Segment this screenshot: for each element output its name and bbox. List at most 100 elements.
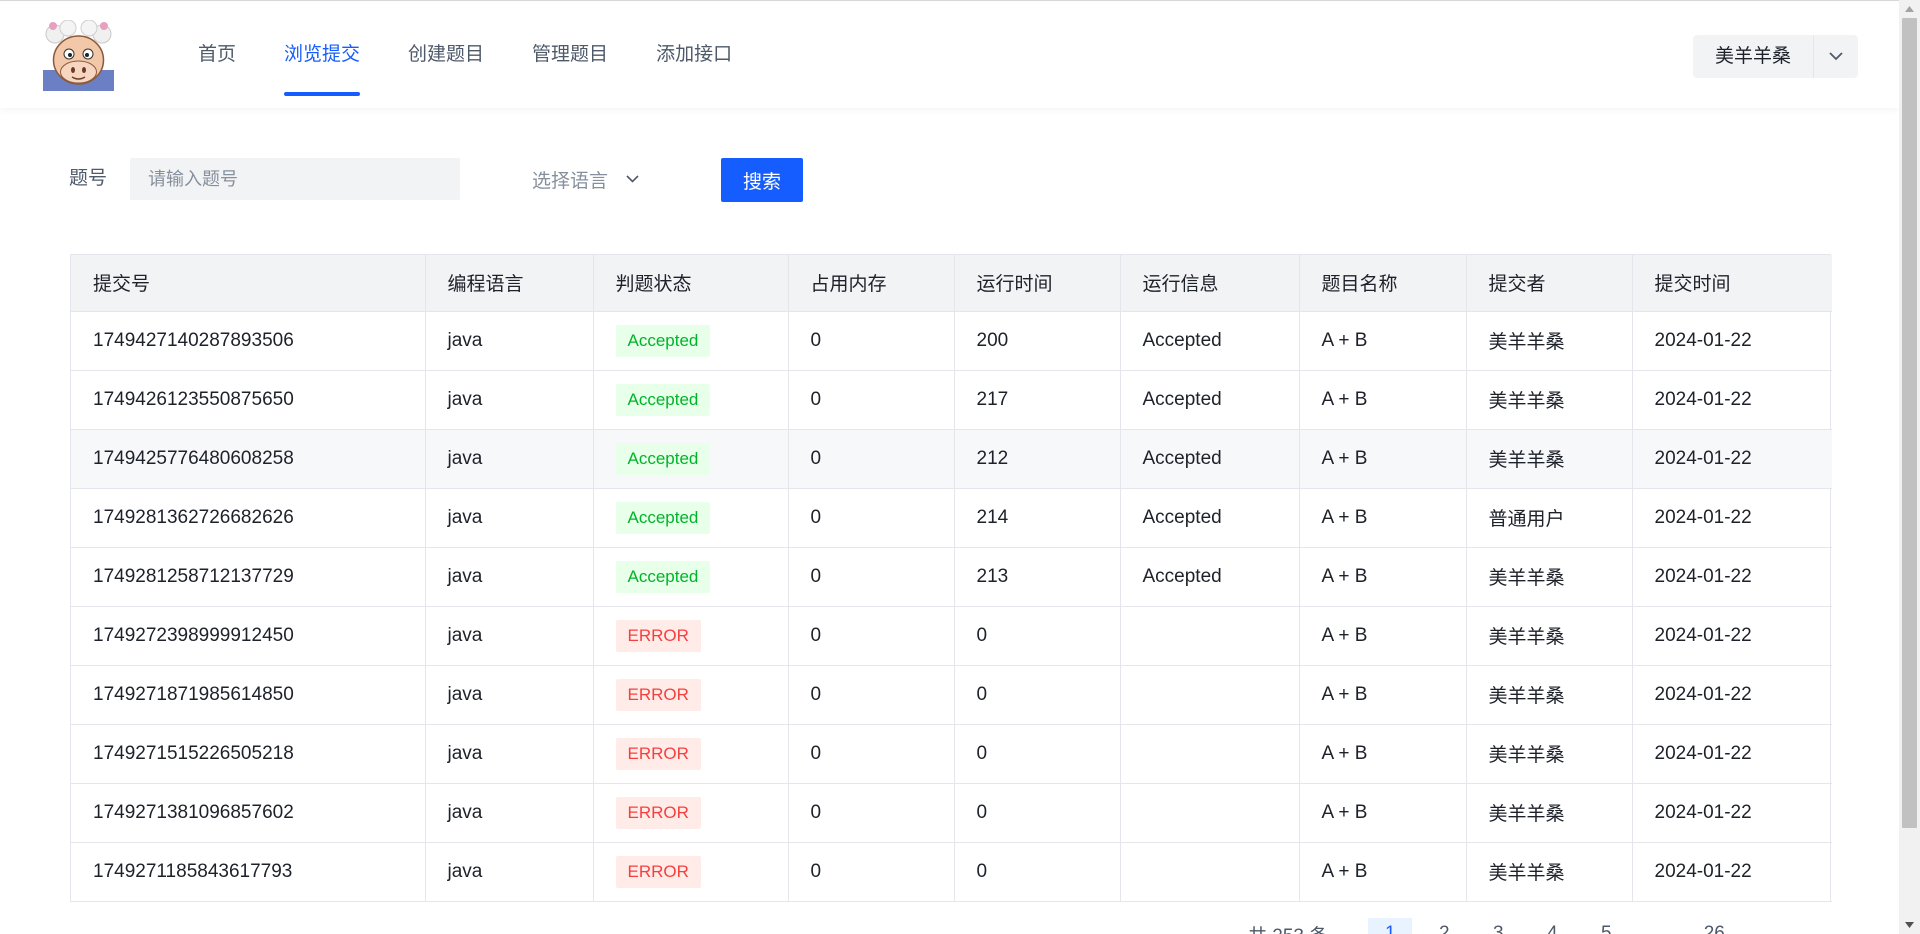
page-button[interactable]: 3 [1476, 918, 1520, 934]
language-select-placeholder: 选择语言 [532, 170, 609, 192]
cell-problem: A + B [1299, 488, 1467, 548]
cell-status: Accepted [593, 547, 789, 607]
column-header-submission-id: 提交号 [71, 255, 426, 312]
cell-language: java [425, 783, 594, 843]
cell-submitter: 美羊羊桑 [1466, 606, 1633, 666]
cell-submit-time: 2024-01-22 [1632, 606, 1832, 666]
cell-language: java [425, 370, 594, 430]
cell-time: 0 [954, 665, 1121, 725]
search-button[interactable]: 搜索 [721, 158, 803, 202]
column-header-time: 运行时间 [954, 255, 1121, 312]
cell-time: 0 [954, 724, 1121, 784]
nav-item-browse-submissions[interactable]: 浏览提交 [260, 1, 384, 109]
cell-submitter: 美羊羊桑 [1466, 311, 1633, 371]
cell-submit-time: 2024-01-22 [1632, 311, 1832, 371]
status-badge: Accepted [615, 383, 711, 416]
cell-message [1120, 724, 1300, 784]
table-row[interactable]: 1749271381096857602 java ERROR 0 0 A + B 美羊羊桑 2… [71, 783, 1832, 843]
nav-item-manage-problems[interactable]: 管理题目 [508, 1, 632, 109]
cell-language: java [425, 842, 594, 902]
column-header-memory: 占用内存 [788, 255, 955, 312]
nav-item-create-problem[interactable]: 创建题目 [384, 1, 508, 109]
table-row[interactable]: 1749427140287893506 java Accepted 0 200 Accep… [71, 311, 1832, 371]
column-header-submit-time: 提交时间 [1632, 255, 1832, 312]
cell-status: Accepted [593, 429, 789, 489]
cell-problem: A + B [1299, 370, 1467, 430]
cell-language: java [425, 547, 594, 607]
scroll-down-arrow-icon[interactable] [1899, 916, 1920, 934]
cell-submit-time: 2024-01-22 [1632, 429, 1832, 489]
cell-submitter: 美羊羊桑 [1466, 783, 1633, 843]
cell-message: Accepted [1120, 311, 1300, 371]
page: 首页 浏览提交 创建题目 管理题目 添加接口 美羊羊桑 题号 选择语言 搜索 [0, 0, 1920, 934]
table-row[interactable]: 1749281258712137729 java Accepted 0 213 Accep… [71, 547, 1832, 607]
table-row[interactable]: 1749281362726682626 java Accepted 0 214 Accep… [71, 488, 1832, 548]
cell-submission-id: 1749271381096857602 [71, 783, 426, 843]
table-row[interactable]: 1749272398999912450 java ERROR 0 0 A + B 美羊羊桑 2… [71, 606, 1832, 666]
cell-submission-id: 1749272398999912450 [71, 606, 426, 666]
cell-submitter: 美羊羊桑 [1466, 842, 1633, 902]
page-button[interactable]: 1 [1368, 918, 1413, 934]
cell-problem: A + B [1299, 842, 1467, 902]
problem-id-label: 题号 [69, 168, 108, 189]
status-badge: Accepted [615, 560, 711, 593]
pagination-total: 共 253 条 [1248, 921, 1328, 934]
user-dropdown-button[interactable] [1813, 35, 1858, 78]
cell-time: 214 [954, 488, 1121, 548]
cell-memory: 0 [788, 665, 955, 725]
cell-memory: 0 [788, 311, 955, 371]
cell-problem: A + B [1299, 547, 1467, 607]
cell-status: ERROR [593, 842, 789, 902]
page-button[interactable]: 26 [1692, 918, 1736, 934]
table-row[interactable]: 1749271515226505218 java ERROR 0 0 A + B 美羊羊桑 2… [71, 724, 1832, 784]
cell-problem: A + B [1299, 606, 1467, 666]
status-badge: Accepted [615, 442, 711, 475]
cell-message: Accepted [1120, 488, 1300, 548]
logo-image[interactable] [43, 20, 114, 91]
status-badge: Accepted [615, 324, 711, 357]
problem-id-input[interactable] [130, 158, 460, 200]
cell-submission-id: 1749271515226505218 [71, 724, 426, 784]
cell-submit-time: 2024-01-22 [1632, 547, 1832, 607]
status-badge: ERROR [615, 619, 701, 652]
cell-status: Accepted [593, 488, 789, 548]
pagination: 共 253 条 1 2 3 4 5 ... 26 [1248, 918, 1746, 934]
cell-memory: 0 [788, 547, 955, 607]
nav-item-add-interface[interactable]: 添加接口 [632, 1, 756, 109]
cell-submitter: 美羊羊桑 [1466, 547, 1633, 607]
cell-memory: 0 [788, 429, 955, 489]
column-header-message: 运行信息 [1120, 255, 1300, 312]
cell-submitter: 美羊羊桑 [1466, 370, 1633, 430]
scrollbar-thumb[interactable] [1902, 18, 1917, 828]
cell-time: 217 [954, 370, 1121, 430]
nav-item-home[interactable]: 首页 [174, 1, 260, 109]
cell-status: ERROR [593, 606, 789, 666]
page-button[interactable]: 2 [1422, 918, 1466, 934]
cell-memory: 0 [788, 842, 955, 902]
cell-status: ERROR [593, 783, 789, 843]
cell-memory: 0 [788, 724, 955, 784]
cell-submit-time: 2024-01-22 [1632, 724, 1832, 784]
scroll-up-arrow-icon[interactable] [1899, 0, 1920, 18]
table-row[interactable]: 1749426123550875650 java Accepted 0 217 Accep… [71, 370, 1832, 430]
page-button[interactable]: 5 [1584, 918, 1628, 934]
language-select[interactable]: 选择语言 [515, 158, 665, 200]
page-ellipsis[interactable]: ... [1638, 918, 1682, 934]
table-row[interactable]: 1749271871985614850 java ERROR 0 0 A + B 美羊羊桑 2… [71, 665, 1832, 725]
status-badge: ERROR [615, 796, 701, 829]
cell-submit-time: 2024-01-22 [1632, 370, 1832, 430]
user-name-button[interactable]: 美羊羊桑 [1693, 35, 1813, 78]
vertical-scrollbar[interactable] [1899, 0, 1920, 934]
cell-language: java [425, 606, 594, 666]
table-row[interactable]: 1749425776480608258 java Accepted 0 212 Accep… [71, 429, 1832, 489]
table-row[interactable]: 1749271185843617793 java ERROR 0 0 A + B 美羊羊桑 2… [71, 842, 1832, 902]
cell-problem: A + B [1299, 311, 1467, 371]
cell-memory: 0 [788, 606, 955, 666]
top-navbar: 首页 浏览提交 创建题目 管理题目 添加接口 美羊羊桑 [0, 0, 1899, 108]
cell-submit-time: 2024-01-22 [1632, 842, 1832, 902]
status-badge: Accepted [615, 501, 711, 534]
column-header-status: 判题状态 [593, 255, 789, 312]
cell-status: ERROR [593, 665, 789, 725]
page-button[interactable]: 4 [1530, 918, 1574, 934]
cell-status: Accepted [593, 311, 789, 371]
